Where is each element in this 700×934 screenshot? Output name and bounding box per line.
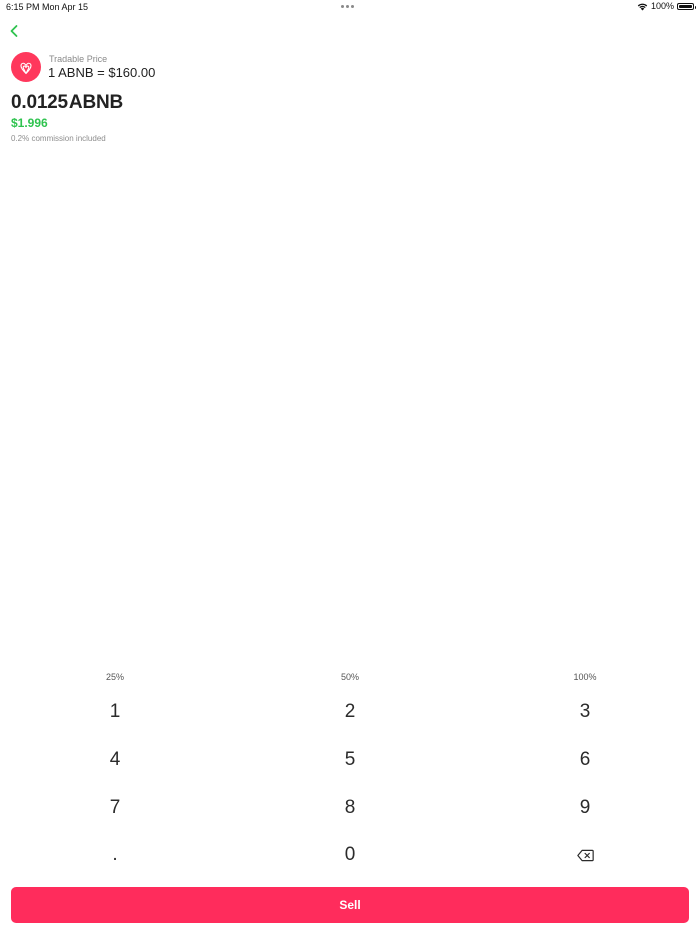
battery-icon xyxy=(677,2,696,10)
sell-button[interactable]: Sell xyxy=(11,887,689,923)
back-button[interactable] xyxy=(6,23,22,39)
keypad-key-5[interactable]: 5 xyxy=(290,740,410,780)
order-amount-value: 0.0125 xyxy=(11,92,68,113)
keypad-key-3[interactable]: 3 xyxy=(525,692,645,732)
order-amount: 0.0125ABNB xyxy=(11,92,123,114)
tradable-price-value: 1 ABNB = $160.00 xyxy=(48,65,156,80)
percent-100-button[interactable]: 100% xyxy=(555,672,615,682)
tradable-price-label: Tradable Price xyxy=(49,54,108,64)
keypad-key-decimal[interactable]: . xyxy=(55,835,175,875)
keypad-key-0[interactable]: 0 xyxy=(290,835,410,875)
battery-fill xyxy=(679,4,692,8)
keypad-key-9[interactable]: 9 xyxy=(525,788,645,828)
keypad-key-7[interactable]: 7 xyxy=(55,788,175,828)
keypad-key-6[interactable]: 6 xyxy=(525,740,645,780)
airbnb-logo-icon xyxy=(11,52,41,82)
percent-25-button[interactable]: 25% xyxy=(85,672,145,682)
status-bar: 6:15 PM Mon Apr 15 100% xyxy=(0,0,700,14)
status-date: Mon Apr 15 xyxy=(42,2,89,12)
chevron-left-icon xyxy=(10,25,18,37)
keypad-backspace-button[interactable] xyxy=(525,835,645,875)
status-indicators: 100% xyxy=(637,1,696,11)
order-usd-value: $1.996 xyxy=(11,116,48,130)
backspace-icon xyxy=(576,849,594,861)
keypad-key-2[interactable]: 2 xyxy=(290,692,410,732)
status-time: 6:15 PM xyxy=(6,2,40,12)
order-amount-unit: ABNB xyxy=(68,92,124,113)
keypad-key-4[interactable]: 4 xyxy=(55,740,175,780)
wifi-icon xyxy=(637,3,648,10)
keypad-key-8[interactable]: 8 xyxy=(290,788,410,828)
multitasking-dots-icon[interactable] xyxy=(341,5,354,8)
commission-note: 0.2% commission included xyxy=(11,134,106,143)
keypad-key-1[interactable]: 1 xyxy=(55,692,175,732)
battery-percent: 100% xyxy=(650,1,674,11)
percent-50-button[interactable]: 50% xyxy=(320,672,380,682)
